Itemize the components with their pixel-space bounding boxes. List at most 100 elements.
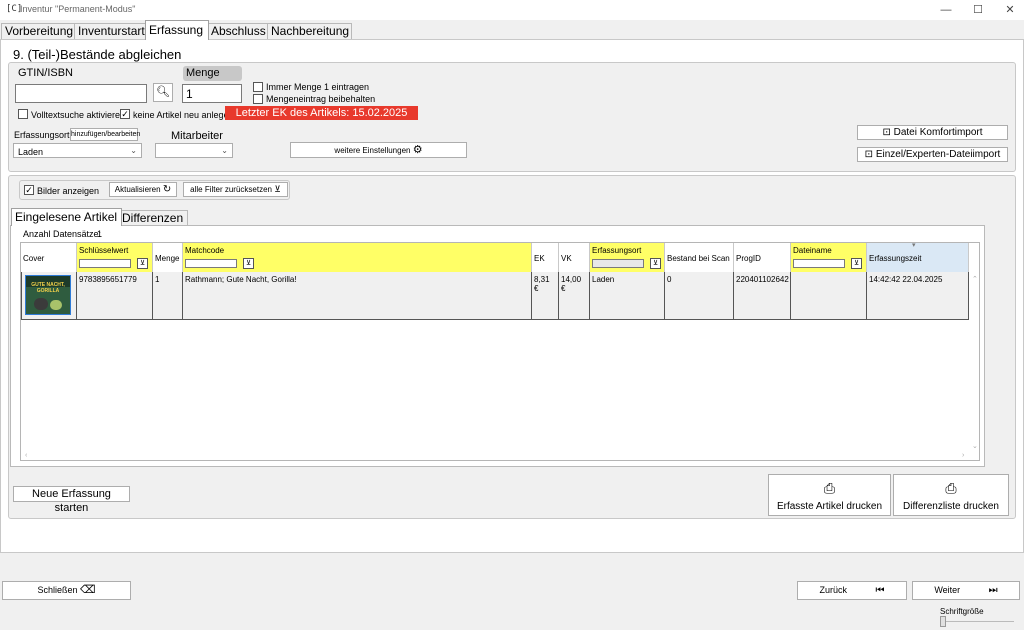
filter-input-schluesselwert[interactable] [79, 259, 131, 268]
row-vk[interactable]: 14,00 € [559, 272, 590, 320]
row-dateiname[interactable] [791, 272, 867, 320]
erfassungsort-select[interactable]: Laden ⌄ [13, 143, 142, 158]
scroll-right-icon[interactable]: › [962, 452, 964, 459]
cover-image: GUTE NACHT, GORILLA [25, 275, 71, 315]
mengeneintrag-checkbox[interactable] [253, 94, 263, 104]
mitarbeiter-select[interactable]: ⌄ [155, 143, 233, 158]
backspace-icon: ⌫ [79, 584, 96, 596]
schriftgroesse-label: Schriftgröße [940, 607, 984, 616]
print-erfasste-label: Erfasste Artikel drucken [776, 501, 883, 512]
section-title: 9. (Teil-)Bestände abgleichen [13, 47, 182, 62]
bilder-anzeigen-checkbox[interactable]: ✓ [24, 185, 34, 195]
last-ek-banner: Letzter EK des Artikels: 15.02.2025 [225, 106, 418, 120]
col-header-matchcode-label: Matchcode [185, 246, 225, 255]
col-header-erfassungsort-label: Erfassungsort [592, 246, 642, 255]
keine-artikel-label: keine Artikel neu anlegen [133, 110, 234, 120]
col-header-matchcode[interactable]: Matchcode ⊻ [183, 243, 532, 272]
gtin-label: GTIN/ISBN [18, 67, 74, 79]
font-size-slider-thumb[interactable] [940, 616, 946, 627]
search-button[interactable]: 🔍︎ [153, 83, 173, 102]
filter-icon[interactable]: ⊻ [137, 258, 148, 269]
col-header-schluesselwert[interactable]: Schlüsselwert ⊻ [77, 243, 153, 272]
keine-artikel-checkbox[interactable]: ✓ [120, 109, 130, 119]
row-cover-cell[interactable]: GUTE NACHT, GORILLA [21, 272, 77, 320]
aktualisieren-label: Aktualisieren [114, 185, 161, 194]
tab-erfassung[interactable]: Erfassung [145, 20, 209, 40]
row-erfassungsort[interactable]: Laden [590, 272, 665, 320]
filter-icon[interactable]: ⊻ [243, 258, 254, 269]
minimize-button[interactable]: — [932, 2, 960, 18]
sort-indicator-icon: ▾ [912, 242, 916, 249]
row-progid[interactable]: 220401102642 [734, 272, 791, 320]
col-header-schluesselwert-label: Schlüsselwert [79, 246, 129, 255]
col-header-bestand[interactable]: Bestand bei Scan [665, 243, 734, 272]
schliessen-label: Schließen [37, 585, 78, 595]
weiter-button[interactable]: Weiter ⏭ [912, 581, 1020, 600]
row-schluesselwert[interactable]: 9783895651779 [77, 272, 153, 320]
filter-icon[interactable]: ⊻ [650, 258, 661, 269]
col-header-dateiname[interactable]: Dateiname ⊻ [791, 243, 867, 272]
weitere-einstellungen-button[interactable]: weitere Einstellungen ⚙ [290, 142, 467, 158]
filter-clear-icon: ⊻ [274, 184, 281, 194]
erfassungsort-value: Laden [18, 147, 44, 157]
weitere-einstellungen-label: weitere Einstellungen [334, 146, 411, 155]
gtin-input[interactable] [15, 84, 147, 103]
title-bar: [C] Inventur "Permanent-Modus" — ☐ ✕ [0, 0, 1024, 20]
row-matchcode[interactable]: Rathmann; Gute Nacht, Gorilla! [183, 272, 532, 320]
close-window-button[interactable]: ✕ [996, 2, 1024, 18]
zurueck-button[interactable]: Zurück ⏮ [797, 581, 907, 600]
expertenimport-button[interactable]: ⊡ Einzel/Experten-Dateiimport [857, 147, 1008, 162]
col-header-menge[interactable]: Menge [153, 243, 183, 272]
import-icon: ⊡ [882, 127, 891, 138]
printer-icon: ⎙ [945, 480, 957, 496]
col-header-ek[interactable]: EK [532, 243, 559, 272]
schliessen-button[interactable]: Schließen ⌫ [2, 581, 131, 600]
tab-eingelesene-artikel[interactable]: Eingelesene Artikel [11, 208, 122, 226]
menge-input[interactable]: 1 [182, 84, 242, 103]
maximize-button[interactable]: ☐ [964, 2, 992, 18]
col-header-dateiname-label: Dateiname [793, 246, 832, 255]
tab-inventurstart[interactable]: Inventurstart [74, 23, 148, 39]
komfortimport-button[interactable]: ⊡ Datei Komfortimport [857, 125, 1008, 140]
filter-reset-label: alle Filter zurücksetzen [190, 185, 272, 194]
row-bestand[interactable]: 0 [665, 272, 734, 320]
tab-vorbereitung[interactable]: Vorbereitung [1, 23, 75, 39]
menge-label: Menge [183, 66, 242, 81]
scroll-down-icon[interactable]: ⌄ [972, 442, 978, 450]
col-header-erfassungszeit[interactable]: Erfassungszeit [867, 243, 969, 272]
col-header-erfassungsort[interactable]: Erfassungsort ⊻ [590, 243, 665, 272]
filter-input-matchcode[interactable] [185, 259, 237, 268]
print-differenz-button[interactable]: ⎙ Differenzliste drucken [893, 474, 1009, 516]
col-header-vk[interactable]: VK [559, 243, 590, 272]
neue-erfassung-button[interactable]: Neue Erfassung starten [13, 486, 130, 514]
row-erfassungszeit[interactable]: 14:42:42 22.04.2025 [867, 272, 969, 320]
search-icon: 🔍︎ [156, 86, 170, 98]
aktualisieren-button[interactable]: Aktualisieren ↻ [109, 182, 177, 197]
erfassungsort-edit-button[interactable]: hinzufügen/bearbeiten [70, 128, 140, 141]
tab-abschluss[interactable]: Abschluss [207, 23, 268, 39]
scroll-up-icon[interactable]: ⌃ [972, 275, 978, 283]
scroll-left-icon[interactable]: ‹ [25, 452, 27, 459]
tab-nachbereitung[interactable]: Nachbereitung [267, 23, 352, 39]
filter-icon[interactable]: ⊻ [851, 258, 862, 269]
row-ek[interactable]: 8,31 € [532, 272, 559, 320]
filter-input-dateiname[interactable] [793, 259, 845, 268]
tab-differenzen[interactable]: Differenzen [118, 210, 188, 225]
import-icon: ⊡ [864, 149, 874, 160]
filter-reset-button[interactable]: alle Filter zurücksetzen ⊻ [183, 182, 288, 197]
print-differenz-label: Differenzliste drucken [903, 501, 999, 512]
col-header-cover[interactable]: Cover [21, 243, 77, 272]
skip-forward-icon: ⏭ [988, 585, 998, 596]
bilder-anzeigen-label: Bilder anzeigen [37, 186, 100, 196]
filter-select-erfassungsort[interactable] [592, 259, 644, 268]
print-erfasste-button[interactable]: ⎙ Erfasste Artikel drucken [768, 474, 891, 516]
immer-menge-label: Immer Menge 1 eintragen [266, 82, 370, 92]
row-menge[interactable]: 1 [153, 272, 183, 320]
volltext-checkbox[interactable] [18, 109, 28, 119]
font-size-slider-track[interactable] [940, 621, 1014, 622]
col-header-progid[interactable]: ProgID [734, 243, 791, 272]
immer-menge-checkbox[interactable] [253, 82, 263, 92]
skip-back-icon: ⏮ [875, 585, 885, 596]
erfassungsort-label: Erfassungsort: [14, 130, 73, 140]
mitarbeiter-label: Mitarbeiter [171, 130, 223, 142]
